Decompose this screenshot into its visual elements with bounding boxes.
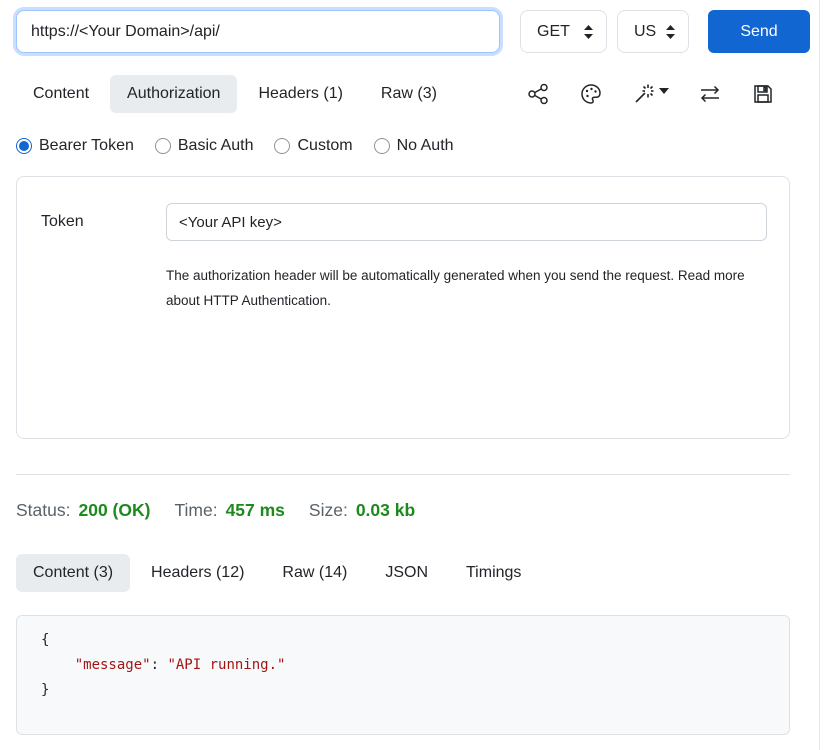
radio-label: Custom bbox=[297, 137, 352, 155]
status-code-pair: Status: 200 (OK) bbox=[16, 500, 150, 521]
tab-content[interactable]: Content bbox=[16, 75, 106, 113]
radio-bearer-token[interactable]: Bearer Token bbox=[16, 137, 134, 155]
token-row: Token bbox=[41, 203, 767, 241]
method-select[interactable]: GET bbox=[520, 10, 607, 53]
api-client-page: GET US Send Content Authorization Header… bbox=[0, 0, 820, 750]
token-help-text: The authorization header will be automat… bbox=[166, 263, 751, 313]
time-pair: Time: 457 ms bbox=[174, 500, 284, 521]
radio-label: Bearer Token bbox=[39, 137, 134, 155]
response-tabs-row: Content (3) Headers (12) Raw (14) JSON T… bbox=[16, 554, 819, 592]
token-label: Token bbox=[41, 213, 166, 231]
response-json-code: { "message": "API running."} bbox=[41, 628, 765, 703]
region-select[interactable]: US bbox=[617, 10, 689, 53]
resp-tab-headers[interactable]: Headers (12) bbox=[134, 554, 261, 592]
time-value: 457 ms bbox=[226, 500, 285, 521]
radio-icon bbox=[16, 138, 32, 154]
updown-stepper-icon bbox=[583, 24, 594, 40]
resp-tab-json[interactable]: JSON bbox=[368, 554, 445, 592]
request-bar: GET US Send bbox=[16, 10, 819, 53]
status-value: 200 (OK) bbox=[78, 500, 150, 521]
radio-basic-auth[interactable]: Basic Auth bbox=[155, 137, 254, 155]
radio-custom[interactable]: Custom bbox=[274, 137, 352, 155]
region-selected-value: US bbox=[634, 23, 656, 41]
tab-headers[interactable]: Headers (1) bbox=[241, 75, 359, 113]
radio-no-auth[interactable]: No Auth bbox=[374, 137, 454, 155]
radio-icon bbox=[374, 138, 390, 154]
updown-stepper-icon bbox=[665, 24, 676, 40]
radio-label: Basic Auth bbox=[178, 137, 254, 155]
url-input[interactable] bbox=[16, 10, 500, 53]
tab-authorization[interactable]: Authorization bbox=[110, 75, 237, 113]
request-tabs-row: Content Authorization Headers (1) Raw (3… bbox=[16, 75, 819, 113]
auth-type-radio-group: Bearer Token Basic Auth Custom No Auth bbox=[16, 137, 819, 155]
swap-arrows-icon[interactable] bbox=[698, 82, 722, 106]
radio-icon bbox=[274, 138, 290, 154]
size-label: Size: bbox=[309, 500, 348, 521]
resp-tab-raw[interactable]: Raw (14) bbox=[265, 554, 364, 592]
token-input[interactable] bbox=[166, 203, 767, 241]
resp-tab-timings[interactable]: Timings bbox=[449, 554, 538, 592]
radio-label: No Auth bbox=[397, 137, 454, 155]
resp-tab-content[interactable]: Content (3) bbox=[16, 554, 130, 592]
authorization-panel: Token The authorization header will be a… bbox=[16, 176, 790, 439]
share-icon[interactable] bbox=[526, 82, 550, 106]
response-body-viewer[interactable]: { "message": "API running."} bbox=[16, 615, 790, 735]
size-value: 0.03 kb bbox=[356, 500, 415, 521]
method-selected-value: GET bbox=[537, 23, 570, 41]
chevron-down-icon bbox=[659, 88, 669, 94]
send-button[interactable]: Send bbox=[708, 10, 810, 53]
magic-wand-dropdown-icon[interactable] bbox=[632, 82, 669, 106]
tab-raw[interactable]: Raw (3) bbox=[364, 75, 454, 113]
palette-icon[interactable] bbox=[579, 82, 603, 106]
save-icon[interactable] bbox=[751, 82, 775, 106]
status-label: Status: bbox=[16, 500, 70, 521]
response-status-row: Status: 200 (OK) Time: 457 ms Size: 0.03… bbox=[16, 500, 819, 521]
section-divider bbox=[16, 474, 790, 475]
size-pair: Size: 0.03 kb bbox=[309, 500, 415, 521]
toolbar-icon-group bbox=[526, 82, 775, 106]
time-label: Time: bbox=[174, 500, 217, 521]
radio-icon bbox=[155, 138, 171, 154]
